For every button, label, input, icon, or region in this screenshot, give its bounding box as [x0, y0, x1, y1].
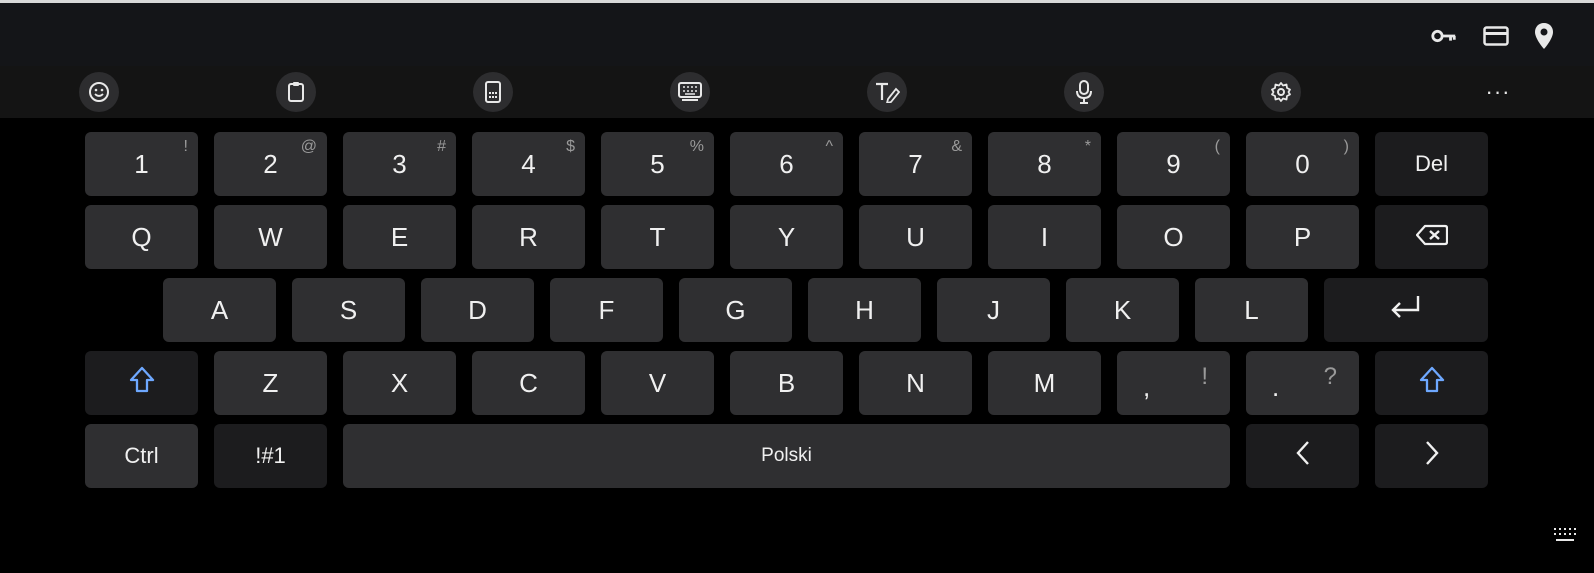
space-bar[interactable]: Polski [343, 424, 1230, 488]
backspace-icon [1415, 222, 1448, 253]
key-m[interactable]: M [988, 351, 1101, 415]
key-8[interactable]: 8 * [988, 132, 1101, 196]
key-1[interactable]: 1 ! [85, 132, 198, 196]
keyboard-switch-icon[interactable] [1552, 526, 1578, 546]
key-j[interactable]: J [937, 278, 1050, 342]
key-period[interactable]: . ? [1246, 351, 1359, 415]
symbols-key[interactable]: !#1 [214, 424, 327, 488]
key-n[interactable]: N [859, 351, 972, 415]
settings-icon[interactable] [1261, 72, 1301, 112]
autofill-bar [0, 3, 1594, 66]
key-l[interactable]: L [1195, 278, 1308, 342]
shift-icon [129, 366, 155, 401]
key-w[interactable]: W [214, 205, 327, 269]
backspace-key[interactable] [1375, 205, 1488, 269]
shift-icon [1419, 366, 1445, 401]
more-options-button[interactable]: ··· [1478, 72, 1518, 112]
key-r[interactable]: R [472, 205, 585, 269]
key-o[interactable]: O [1117, 205, 1230, 269]
key-h[interactable]: H [808, 278, 921, 342]
emoji-icon[interactable] [79, 72, 119, 112]
ctrl-key[interactable]: Ctrl [85, 424, 198, 488]
del-key[interactable]: Del [1375, 132, 1488, 196]
keyboard: 1 ! 2 @ 3 # 4 $ 5 % 6 ^ 7 & 8 * 9 ( 0 ) … [0, 118, 1594, 573]
key-e[interactable]: E [343, 205, 456, 269]
key-7[interactable]: 7 & [859, 132, 972, 196]
key-4[interactable]: 4 $ [472, 132, 585, 196]
key-g[interactable]: G [679, 278, 792, 342]
shift-left-key[interactable] [85, 351, 198, 415]
key-q[interactable]: Q [85, 205, 198, 269]
credit-card-icon[interactable] [1482, 22, 1510, 50]
key-d[interactable]: D [421, 278, 534, 342]
left-arrow-key[interactable] [1246, 424, 1359, 488]
key-b[interactable]: B [730, 351, 843, 415]
location-pin-icon[interactable] [1530, 22, 1558, 50]
key-z[interactable]: Z [214, 351, 327, 415]
keyboard-mode-icon[interactable] [670, 72, 710, 112]
more-dots-icon: ··· [1485, 79, 1511, 104]
chevron-left-icon [1295, 440, 1311, 473]
key-icon[interactable] [1430, 22, 1458, 50]
key-5[interactable]: 5 % [601, 132, 714, 196]
right-arrow-key[interactable] [1375, 424, 1488, 488]
key-i[interactable]: I [988, 205, 1101, 269]
key-x[interactable]: X [343, 351, 456, 415]
chevron-right-icon [1424, 440, 1440, 473]
key-k[interactable]: K [1066, 278, 1179, 342]
key-3[interactable]: 3 # [343, 132, 456, 196]
key-v[interactable]: V [601, 351, 714, 415]
key-t[interactable]: T [601, 205, 714, 269]
enter-key[interactable] [1324, 278, 1488, 342]
key-a[interactable]: A [163, 278, 276, 342]
key-f[interactable]: F [550, 278, 663, 342]
clipboard-icon[interactable] [276, 72, 316, 112]
key-9[interactable]: 9 ( [1117, 132, 1230, 196]
keyboard-toolbar: ··· [0, 66, 1594, 118]
key-s[interactable]: S [292, 278, 405, 342]
key-c[interactable]: C [472, 351, 585, 415]
one-handed-icon[interactable] [473, 72, 513, 112]
microphone-icon[interactable] [1064, 72, 1104, 112]
shift-right-key[interactable] [1375, 351, 1488, 415]
handwriting-icon[interactable] [867, 72, 907, 112]
key-comma[interactable]: , ! [1117, 351, 1230, 415]
key-y[interactable]: Y [730, 205, 843, 269]
enter-icon [1390, 294, 1422, 327]
key-6[interactable]: 6 ^ [730, 132, 843, 196]
key-2[interactable]: 2 @ [214, 132, 327, 196]
key-u[interactable]: U [859, 205, 972, 269]
key-0[interactable]: 0 ) [1246, 132, 1359, 196]
key-p[interactable]: P [1246, 205, 1359, 269]
